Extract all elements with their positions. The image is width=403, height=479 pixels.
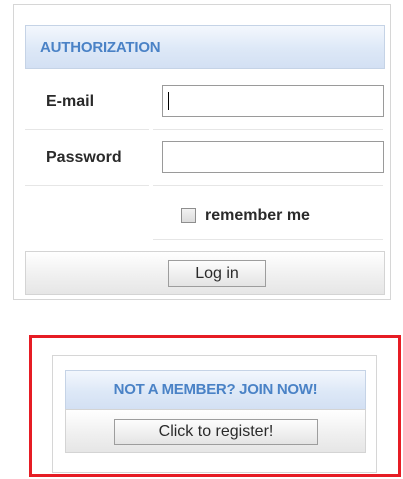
- register-panel-header: NOT A MEMBER? JOIN NOW!: [65, 370, 366, 410]
- register-button[interactable]: Click to register!: [114, 419, 318, 445]
- register-panel-title: NOT A MEMBER? JOIN NOW!: [113, 381, 318, 398]
- login-button-bar: Log in: [25, 251, 385, 295]
- password-row: Password: [25, 133, 385, 186]
- password-input[interactable]: [162, 141, 384, 173]
- register-panel: NOT A MEMBER? JOIN NOW! Click to registe…: [52, 355, 377, 473]
- remember-row: remember me: [25, 195, 385, 240]
- text-caret: [168, 92, 169, 110]
- login-panel-title: AUTHORIZATION: [40, 39, 161, 56]
- password-value-cell: [153, 133, 384, 186]
- password-label: Password: [46, 149, 122, 166]
- remember-me-label[interactable]: remember me: [205, 207, 310, 225]
- log-in-button[interactable]: Log in: [168, 260, 266, 287]
- email-row: E-mail: [25, 77, 385, 130]
- email-label-cell: E-mail: [25, 77, 149, 130]
- password-label-cell: Password: [25, 133, 149, 186]
- login-panel-header: AUTHORIZATION: [25, 25, 385, 69]
- email-input[interactable]: [162, 85, 384, 117]
- remember-cell: remember me: [153, 195, 383, 240]
- login-panel: AUTHORIZATION E-mail Password remember m…: [13, 4, 391, 300]
- email-value-cell: [153, 77, 384, 130]
- remember-me-checkbox[interactable]: [181, 208, 196, 223]
- register-button-bar: Click to register!: [65, 409, 366, 453]
- email-label: E-mail: [46, 93, 95, 110]
